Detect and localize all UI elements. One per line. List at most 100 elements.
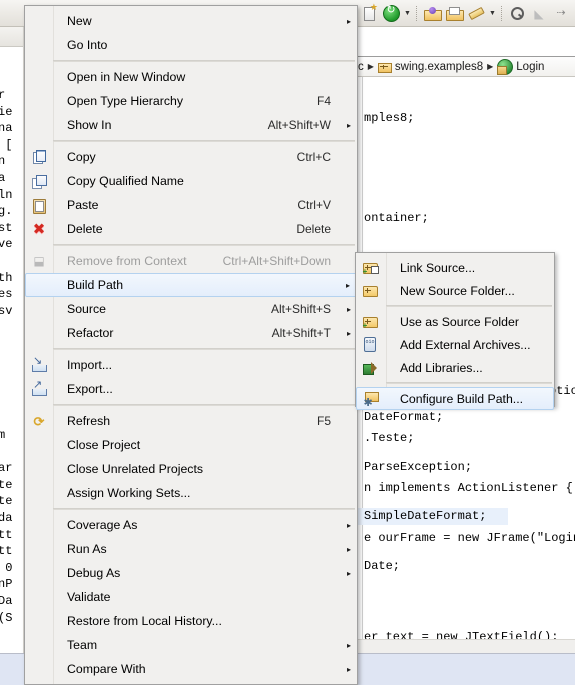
submenu-item-link-source[interactable]: + Link Source... (356, 256, 554, 279)
menu-item-remove-from-context: ⬓ Remove from Context Ctrl+Alt+Shift+Dow… (25, 249, 357, 273)
menu-item-show-in[interactable]: Show In Alt+Shift+W ▸ (25, 113, 357, 137)
menu-accelerator: Ctrl+C (296, 150, 331, 164)
menu-item-compare-with[interactable]: Compare With ▸ (25, 657, 357, 681)
menu-label: Compare With (67, 662, 146, 676)
submenu-arrow-icon: ▸ (346, 544, 351, 554)
gray-arrow-icon[interactable]: ⇢ (550, 3, 572, 25)
menu-label: Refresh (67, 414, 111, 428)
project-context-menu[interactable]: New ▸ Go Into Open in New Window Open Ty… (24, 5, 358, 685)
menu-item-restore-from-local-history[interactable]: Restore from Local History... (25, 609, 357, 633)
breadcrumb-segment-package[interactable]: swing.examples8 (376, 60, 485, 73)
menu-items-container: New ▸ Go Into Open in New Window Open Ty… (25, 6, 357, 685)
code-line: e ourFrame = new JFrame("Login" (364, 530, 575, 545)
new-java-file-icon[interactable] (358, 3, 380, 25)
menu-item-build-path[interactable]: Build Path ▸ (25, 273, 357, 297)
menu-item-open-type-hierarchy[interactable]: Open Type Hierarchy F4 (25, 89, 357, 113)
submenu-arrow-icon: ▸ (346, 568, 351, 578)
breadcrumb-segment-class[interactable]: Login (495, 58, 546, 75)
menu-item-go-into[interactable]: Go Into (25, 33, 357, 57)
menu-item-source[interactable]: Source Alt+Shift+S ▸ (25, 297, 357, 321)
submenu-item-use-as-source-folder[interactable]: + Use as Source Folder (356, 310, 554, 333)
jar-icon (360, 336, 380, 354)
menu-label: Debug As (67, 566, 121, 580)
menu-separator (53, 348, 355, 350)
chevron-down-icon[interactable]: ▼ (402, 3, 413, 25)
menu-item-copy-qualified-name[interactable]: Copy Qualified Name (25, 169, 357, 193)
menu-item-paste[interactable]: Paste Ctrl+V (25, 193, 357, 217)
menu-item-copy[interactable]: Copy Ctrl+C (25, 145, 357, 169)
build-path-submenu[interactable]: + Link Source... New Source Folder... + … (355, 252, 555, 410)
configure-build-path-icon (361, 390, 381, 409)
submenu-arrow-icon: ▸ (346, 120, 351, 130)
submenu-arrow-icon: ▸ (346, 664, 351, 674)
submenu-item-add-external-archives[interactable]: Add External Archives... (356, 333, 554, 356)
menu-label: Remove from Context (67, 254, 187, 268)
menu-accelerator: Ctrl+V (297, 198, 331, 212)
library-icon (360, 359, 380, 377)
bottom-left-strip (0, 653, 24, 685)
menu-item-export[interactable]: Export... (25, 377, 357, 401)
menu-separator (53, 508, 355, 510)
use-as-source-folder-icon: + (360, 313, 380, 331)
menu-accelerator: F5 (316, 414, 331, 428)
menu-item-delete[interactable]: ✖ Delete Delete (25, 217, 357, 241)
editor-code-tail: .Teste; n implements ActionListener { e … (356, 397, 575, 639)
breadcrumb[interactable]: c ▶ swing.examples8 ▶ Login (356, 56, 575, 77)
gray-marker-icon[interactable]: ◣ (528, 3, 550, 25)
menu-item-configure[interactable]: Configure ▸ (25, 681, 357, 685)
menu-item-close-project[interactable]: Close Project (25, 433, 357, 457)
menu-item-team[interactable]: Team ▸ (25, 633, 357, 657)
breadcrumb-separator-1: ▶ (367, 62, 374, 71)
pencil-marker-icon[interactable] (465, 3, 487, 25)
menu-label: Delete (67, 222, 103, 236)
breadcrumb-separator-2: ▶ (487, 62, 494, 71)
toolbar-button-group: ▼ ▼ ◣ ⇢ (358, 2, 572, 25)
menu-separator (53, 244, 355, 246)
menu-item-close-unrelated-projects[interactable]: Close Unrelated Projects (25, 457, 357, 481)
editor-horizontal-scrollbar[interactable] (356, 639, 575, 654)
submenu-arrow-icon: ▸ (345, 280, 350, 290)
submenu-item-add-libraries[interactable]: Add Libraries... (356, 356, 554, 379)
export-icon (29, 380, 49, 398)
run-external-icon[interactable] (380, 3, 402, 25)
view-tab-sliver (0, 27, 23, 47)
code-line: er_text = new JTextField(); (364, 630, 559, 639)
menu-item-assign-working-sets[interactable]: Assign Working Sets... (25, 481, 357, 505)
submenu-label: Configure Build Path... (400, 391, 524, 406)
open-folder-purple-icon[interactable] (421, 3, 443, 25)
menu-label: Assign Working Sets... (67, 486, 191, 500)
search-pin-icon[interactable] (506, 3, 528, 25)
copy-qualified-icon (29, 172, 49, 190)
menu-label: Go Into (67, 38, 108, 52)
menu-accelerator: Alt+Shift+T (271, 326, 331, 340)
menu-item-debug-as[interactable]: Debug As ▸ (25, 561, 357, 585)
menu-item-coverage-as[interactable]: Coverage As ▸ (25, 513, 357, 537)
open-folder-white-icon[interactable] (443, 3, 465, 25)
sliver-code-fragments: r ie na [ n a ln g. st ve th es sv (0, 88, 13, 318)
menu-label: Source (67, 302, 106, 316)
chevron-down-icon-2[interactable]: ▼ (487, 3, 498, 25)
new-source-folder-icon (360, 282, 380, 300)
menu-label: Team (67, 638, 98, 652)
menu-item-refresh[interactable]: ⟳ Refresh F5 (25, 409, 357, 433)
menu-item-refactor[interactable]: Refactor Alt+Shift+T ▸ (25, 321, 357, 345)
submenu-label: Link Source... (400, 260, 476, 275)
menu-item-open-in-new-window[interactable]: Open in New Window (25, 65, 357, 89)
menu-label: Close Unrelated Projects (67, 462, 204, 476)
menu-separator (53, 60, 355, 62)
menu-item-validate[interactable]: Validate (25, 585, 357, 609)
submenu-item-configure-build-path[interactable]: Configure Build Path... (356, 387, 554, 410)
submenu-arrow-icon: ▸ (346, 16, 351, 26)
submenu-label: Add External Archives... (400, 337, 531, 352)
menu-accelerator: Alt+Shift+W (267, 118, 331, 132)
menu-item-run-as[interactable]: Run As ▸ (25, 537, 357, 561)
breadcrumb-label-package: swing.examples8 (394, 60, 484, 73)
menu-item-new[interactable]: New ▸ (25, 9, 357, 33)
toolbar-separator (416, 6, 418, 21)
menu-label: New (67, 14, 92, 28)
menu-item-import[interactable]: Import... (25, 353, 357, 377)
menu-label: Copy Qualified Name (67, 174, 184, 188)
submenu-item-new-source-folder[interactable]: New Source Folder... (356, 279, 554, 302)
menu-label: Build Path (67, 278, 124, 292)
